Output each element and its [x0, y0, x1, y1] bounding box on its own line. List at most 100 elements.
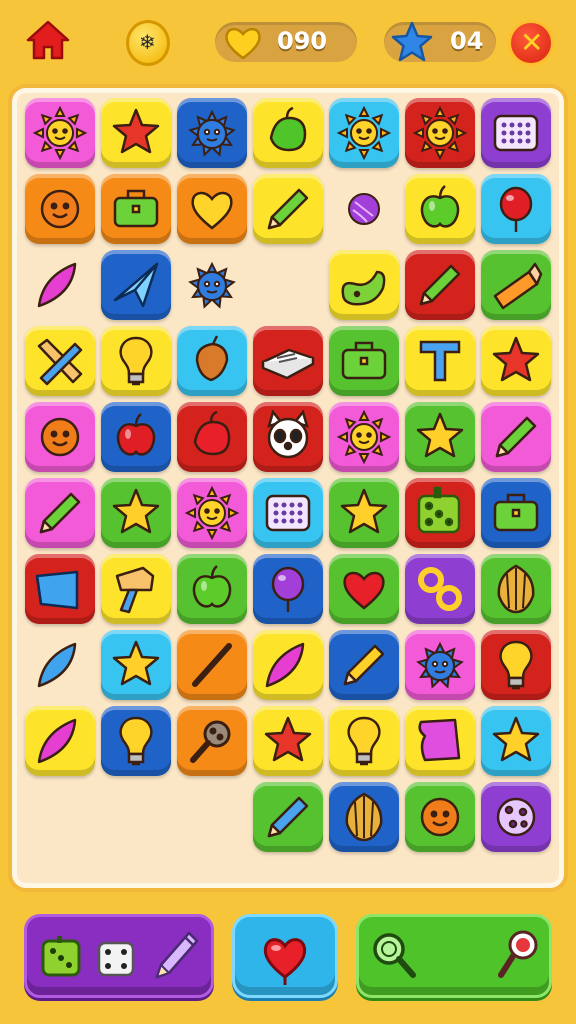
- star-icon: [112, 488, 160, 534]
- board-tile[interactable]: [177, 478, 247, 548]
- board-tile[interactable]: [481, 554, 551, 624]
- board-tile[interactable]: [177, 706, 247, 776]
- board-tile[interactable]: [405, 782, 475, 852]
- board-tile[interactable]: [329, 554, 399, 624]
- home-button[interactable]: [24, 18, 72, 64]
- board-tile[interactable]: [329, 478, 399, 548]
- heart-button[interactable]: [232, 914, 338, 998]
- briefcase-icon: [113, 189, 159, 228]
- paper-plane-icon: [113, 262, 159, 308]
- board-tile[interactable]: [25, 478, 95, 548]
- board-tile[interactable]: [481, 174, 551, 244]
- board-tile[interactable]: [25, 402, 95, 472]
- board-tile[interactable]: [405, 98, 475, 168]
- star-icon: [264, 716, 312, 762]
- board-tile[interactable]: [329, 630, 399, 700]
- magnifier-icon[interactable]: [367, 927, 419, 983]
- board-tile[interactable]: [177, 402, 247, 472]
- tools-panel[interactable]: [356, 914, 552, 998]
- star-icon: [112, 640, 160, 686]
- board-tile[interactable]: [481, 706, 551, 776]
- board-tile[interactable]: [177, 630, 247, 700]
- board-tile[interactable]: [25, 706, 95, 776]
- magnifier-icon[interactable]: [493, 925, 545, 985]
- board-tile[interactable]: [177, 250, 247, 320]
- dice-icon[interactable]: [93, 935, 141, 983]
- board-tile[interactable]: [253, 478, 323, 548]
- shell-icon: [345, 792, 383, 842]
- board-tile[interactable]: [481, 782, 551, 852]
- board-tile[interactable]: [25, 554, 95, 624]
- dice-icon[interactable]: [37, 933, 85, 981]
- board-tile[interactable]: [253, 554, 323, 624]
- heart-icon: [343, 571, 385, 610]
- board-tile[interactable]: [481, 250, 551, 320]
- board-tile[interactable]: [329, 174, 399, 244]
- star-icon: [112, 108, 160, 154]
- board-tile[interactable]: [405, 174, 475, 244]
- board-tile[interactable]: [329, 706, 399, 776]
- board-tile[interactable]: [481, 98, 551, 168]
- board-tile[interactable]: [405, 554, 475, 624]
- board-tile[interactable]: [101, 174, 171, 244]
- board-tile[interactable]: [25, 174, 95, 244]
- board-tile[interactable]: [405, 478, 475, 548]
- lives-counter: 090: [215, 22, 357, 62]
- board-tile[interactable]: [177, 98, 247, 168]
- board-tile[interactable]: [329, 782, 399, 852]
- board-tile[interactable]: [481, 326, 551, 396]
- board-tile[interactable]: [405, 630, 475, 700]
- pencil-icon: [343, 644, 385, 686]
- board-tile[interactable]: [329, 250, 399, 320]
- smiley-icon: [40, 189, 80, 229]
- coin-icon: ❄: [139, 30, 156, 54]
- coin-button[interactable]: ❄: [126, 20, 170, 66]
- board-tile[interactable]: [101, 402, 171, 472]
- board-tile[interactable]: [329, 402, 399, 472]
- star-icon: [492, 716, 540, 762]
- close-button[interactable]: ✕: [508, 20, 554, 66]
- leaf-icon: [37, 718, 77, 764]
- acorn-icon: [195, 335, 229, 382]
- board-tile[interactable]: [329, 98, 399, 168]
- pencil-icon[interactable]: [149, 925, 203, 985]
- board-tile[interactable]: [253, 326, 323, 396]
- board-tile[interactable]: [177, 326, 247, 396]
- board-tile[interactable]: [253, 630, 323, 700]
- board-tile[interactable]: [405, 706, 475, 776]
- board-tile[interactable]: [253, 782, 323, 852]
- board-tile[interactable]: [25, 326, 95, 396]
- item-tray[interactable]: [24, 914, 214, 998]
- board-tile[interactable]: [25, 98, 95, 168]
- ball-icon: [348, 193, 380, 225]
- board-tile[interactable]: [101, 478, 171, 548]
- board-tile[interactable]: [329, 326, 399, 396]
- crayon-icon: [493, 262, 543, 310]
- board-tile[interactable]: [25, 250, 95, 320]
- board-tile[interactable]: [253, 402, 323, 472]
- board-tile[interactable]: [253, 174, 323, 244]
- board-tile[interactable]: [481, 402, 551, 472]
- board-tile[interactable]: [101, 250, 171, 320]
- board-tile[interactable]: [101, 554, 171, 624]
- board-tile[interactable]: [405, 402, 475, 472]
- board-tile[interactable]: [481, 478, 551, 548]
- star-icon: [492, 336, 540, 382]
- board-tile[interactable]: [253, 98, 323, 168]
- board-tile[interactable]: [101, 706, 171, 776]
- board-tile[interactable]: [101, 326, 171, 396]
- board-tile[interactable]: [177, 174, 247, 244]
- board-tile[interactable]: [405, 250, 475, 320]
- lightbulb-icon: [499, 640, 533, 690]
- board-tile[interactable]: [25, 630, 95, 700]
- lightbulb-icon: [119, 716, 153, 766]
- pencil-icon: [419, 264, 461, 306]
- apple-icon: [192, 565, 232, 608]
- board-tile[interactable]: [481, 630, 551, 700]
- board-tile[interactable]: [101, 98, 171, 168]
- board-tile[interactable]: [177, 554, 247, 624]
- lightbulb-icon: [119, 336, 153, 386]
- board-tile[interactable]: [253, 706, 323, 776]
- board-tile[interactable]: [101, 630, 171, 700]
- board-tile[interactable]: [405, 326, 475, 396]
